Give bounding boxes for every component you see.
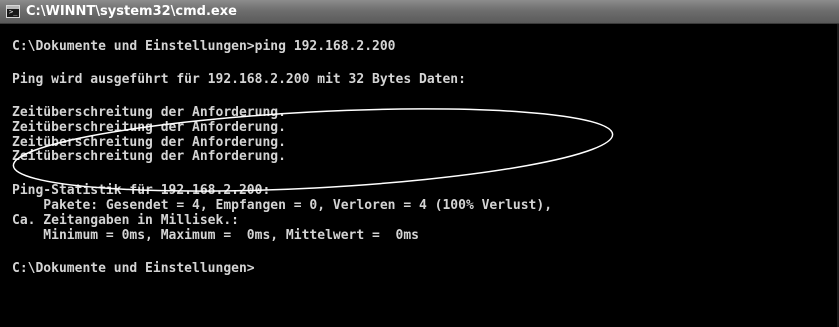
console-line-time-values: Minimum = 0ms, Maximum = 0ms, Mittelwert…	[12, 228, 419, 243]
cmd-window: >_ C:\WINNT\system32\cmd.exe C:\Dokument…	[0, 0, 839, 327]
console-line-timeout: Zeitüberschreitung der Anforderung.	[12, 120, 286, 135]
console-output-area[interactable]	[0, 24, 839, 327]
console-line-ping-header: Ping wird ausgeführt für 192.168.2.200 m…	[12, 72, 466, 87]
console-line-ping-statistics: Ping-Statistik für 192.168.2.200:	[12, 183, 271, 198]
console-icon[interactable]: >_	[6, 5, 20, 18]
console-line-prompt: C:\Dokumente und Einstellungen>	[12, 261, 255, 276]
title-bar[interactable]: >_ C:\WINNT\system32\cmd.exe	[0, 0, 839, 24]
console-line-timeout: Zeitüberschreitung der Anforderung.	[12, 135, 286, 150]
console-line-timeout: Zeitüberschreitung der Anforderung.	[12, 149, 286, 164]
console-line-ping-command: C:\Dokumente und Einstellungen>ping 192.…	[12, 39, 396, 54]
console-line-packets: Pakete: Gesendet = 4, Empfangen = 0, Ver…	[12, 198, 553, 213]
window-title: C:\WINNT\system32\cmd.exe	[26, 4, 237, 19]
console-icon-prompt: >_	[9, 8, 18, 16]
console-line-time-header: Ca. Zeitangaben in Millisek.:	[12, 213, 239, 228]
console-line-timeout: Zeitüberschreitung der Anforderung.	[12, 105, 286, 120]
